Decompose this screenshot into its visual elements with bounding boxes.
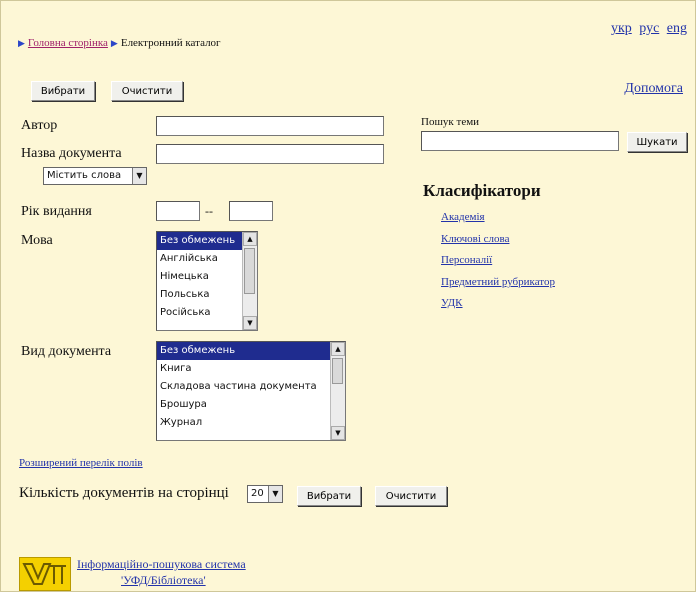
topic-search-label: Пошук теми [421, 116, 480, 128]
scroll-thumb[interactable] [244, 248, 255, 294]
list-item[interactable]: Журнал [157, 414, 345, 432]
doc-type-scrollbar[interactable]: ▲ ▼ [330, 342, 345, 440]
language-listbox[interactable]: Без обмежень Англійська Німецька Польськ… [156, 231, 258, 331]
title-mode-value: Містить слова [47, 170, 122, 181]
title-mode-select[interactable]: Містить слова ▼ [43, 167, 147, 185]
scroll-down-icon[interactable]: ▼ [331, 426, 345, 440]
year-from-input[interactable] [156, 201, 200, 221]
lang-eng-link[interactable]: eng [667, 21, 687, 36]
title-input[interactable] [156, 144, 384, 164]
per-page-value: 20 [251, 488, 264, 499]
classifier-academy-link[interactable]: Академія [441, 211, 485, 223]
doc-type-listbox[interactable]: Без обмежень Книга Складова частина доку… [156, 341, 346, 441]
per-page-label: Кількість документів на сторінці [19, 485, 229, 501]
classifier-keywords-link[interactable]: Ключові слова [441, 233, 509, 245]
breadcrumb: ▶ Головна сторінка ▶ Електронний каталог [15, 37, 221, 49]
classifier-persons-link[interactable]: Персоналії [441, 254, 492, 266]
clear-button-bottom[interactable]: Очистити [375, 486, 447, 506]
classifier-subject-link[interactable]: Предметний рубрикатор [441, 276, 555, 288]
year-to-input[interactable] [229, 201, 273, 221]
author-label: Автор [21, 118, 58, 133]
list-item[interactable]: Складова частина документа [157, 378, 345, 396]
list-item[interactable]: Книга [157, 360, 345, 378]
lang-rus-link[interactable]: рус [639, 21, 659, 36]
scroll-up-icon[interactable]: ▲ [243, 232, 257, 246]
select-button-top[interactable]: Вибрати [31, 81, 95, 101]
ufd-logo-icon [22, 563, 66, 585]
catalog-page: укр рус eng ▶ Головна сторінка ▶ Електронни… [0, 0, 696, 592]
breadcrumb-home-link[interactable]: Головна сторінка [28, 37, 108, 49]
author-input[interactable] [156, 116, 384, 136]
topic-search-button[interactable]: Шукати [627, 132, 687, 152]
footer-system-link[interactable]: Інформаційно-пошукова система [77, 557, 246, 572]
doc-type-label: Вид документа [21, 344, 112, 359]
ufd-logo [19, 557, 71, 591]
scroll-down-icon[interactable]: ▼ [243, 316, 257, 330]
arrow-right-icon: ▶ [110, 38, 118, 48]
title-label: Назва документа [21, 146, 122, 161]
topic-search-input[interactable] [421, 131, 619, 151]
year-label: Рік видання [21, 204, 92, 219]
select-button-bottom[interactable]: Вибрати [297, 486, 361, 506]
list-item[interactable]: Брошура [157, 396, 345, 414]
help-link[interactable]: Допомога [624, 81, 683, 97]
classifier-udc-link[interactable]: УДК [441, 297, 463, 309]
footer-library-link[interactable]: 'УФД/Бібліотека' [121, 573, 206, 588]
clear-button-top[interactable]: Очистити [111, 81, 183, 101]
language-scrollbar[interactable]: ▲ ▼ [242, 232, 257, 330]
chevron-down-icon: ▼ [268, 486, 282, 502]
lang-ukr-link[interactable]: укр [611, 21, 632, 36]
scroll-up-icon[interactable]: ▲ [331, 342, 345, 356]
language-label: Мова [21, 233, 53, 248]
list-item[interactable]: Без обмежень [157, 342, 331, 360]
classifiers-title: Класифікатори [423, 181, 541, 200]
extended-fields-link[interactable]: Розширений перелік полів [19, 457, 143, 469]
chevron-down-icon: ▼ [132, 168, 146, 184]
breadcrumb-current: Електронний каталог [120, 37, 221, 49]
scroll-thumb[interactable] [332, 358, 343, 384]
year-separator: -- [205, 204, 213, 218]
language-switcher: укр рус eng [607, 21, 687, 37]
per-page-select[interactable]: 20 ▼ [247, 485, 283, 503]
arrow-right-icon: ▶ [18, 38, 25, 48]
